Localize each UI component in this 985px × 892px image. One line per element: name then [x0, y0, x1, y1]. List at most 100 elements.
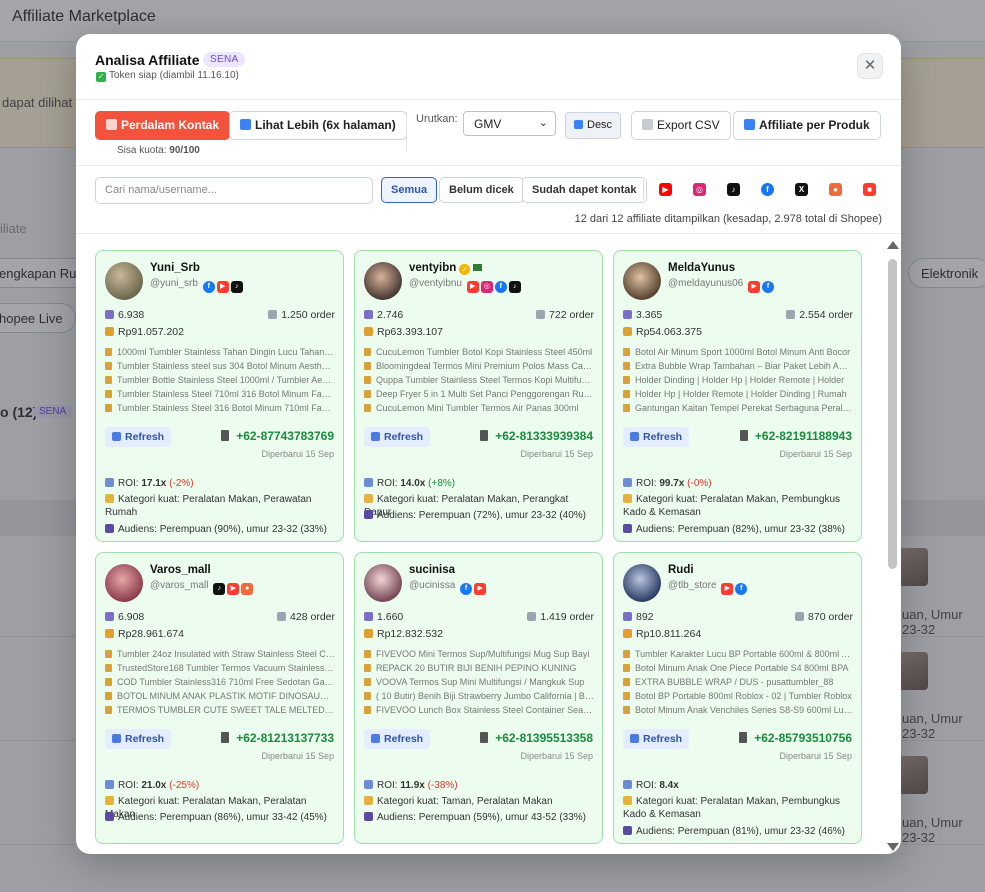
video-icon[interactable]: ■ [863, 183, 876, 196]
phone-text: +62-81333939384 [495, 429, 593, 443]
scrollbar-thumb[interactable] [888, 259, 897, 569]
search-input[interactable]: Cari nama/username... [95, 177, 373, 204]
roi-line: ROI: 11.9x (-38%) [364, 779, 596, 792]
orders-count: 722 order [549, 309, 594, 321]
see-more-button[interactable]: Lihat Lebih (6x halaman) [229, 111, 407, 140]
token-status-text: Token siap (diambil 11.16.10) [109, 70, 239, 81]
phone-icon [480, 430, 489, 441]
audience-value: Perempuan (72%), umur 23-32 (40%) [418, 510, 587, 521]
product-item: Tumbler 24oz Insulated with Straw Stainl… [105, 647, 335, 661]
youtube-icon[interactable]: ▶ [659, 183, 672, 196]
tiktok-icon[interactable]: ♪ [230, 281, 243, 293]
product-item: Extra Bubble Wrap Tambahan – Biar Paket … [623, 359, 853, 373]
scrollbar[interactable] [887, 241, 899, 851]
facebook-icon[interactable]: f [761, 183, 774, 196]
youtube-icon[interactable]: ▶ [216, 281, 229, 293]
trophy-icon [364, 678, 371, 686]
live-icon[interactable]: ● [829, 183, 842, 196]
roi-line: ROI: 21.0x (-25%) [105, 779, 337, 792]
deep-contact-button[interactable]: Perdalam Kontak [95, 111, 231, 140]
refresh-button[interactable]: Refresh [623, 427, 690, 447]
followers-count: 6.908 [118, 611, 145, 623]
refresh-button[interactable]: Refresh [105, 729, 172, 749]
sort-select[interactable]: GMV ⌄ [463, 111, 556, 136]
orders: 870 order [795, 611, 853, 623]
refresh-icon [371, 734, 380, 743]
cart-icon [268, 310, 278, 319]
category-label: Kategori kuat: [377, 494, 439, 505]
product-name: Tumbler Stainless steel sus 304 Botol Mi… [117, 361, 335, 371]
youtube-icon[interactable]: ▶ [466, 281, 479, 293]
gmv-value: Rp91.057.202 [118, 326, 184, 338]
product-name: FIVEVOO Mini Termos Sup/Multifungsi Mug … [376, 649, 590, 659]
refresh-button[interactable]: Refresh [623, 729, 690, 749]
product-name: Botol Air Minum Sport 1000ml Botol Minum… [635, 347, 851, 357]
trophy-icon [364, 650, 371, 658]
roi-line: ROI: 17.1x (-2%) [105, 477, 337, 490]
roi-value: 14.0x [400, 478, 426, 489]
product-item: TERMOS TUMBLER CUTE SWEET TALE MELTED IC… [105, 703, 335, 717]
facebook-icon[interactable]: f [460, 583, 473, 595]
facebook-icon[interactable]: f [761, 281, 774, 293]
phone-number[interactable]: +62-81213137733 [221, 731, 334, 745]
instagram-icon[interactable]: ◎ [693, 183, 706, 196]
refresh-icon [371, 432, 380, 441]
product-name: Tumbler Stainless Steel 316 Botol Minum … [117, 403, 335, 413]
phone-number[interactable]: +62-81395513358 [480, 731, 593, 745]
affiliate-card: ventyibn ✓ @ventyibnu ▶ ◎ f ♪ 2.746 722 order… [354, 250, 603, 542]
affiliate-card: sucinisa @ucinissa f ▶ 1.660 1.419 order R… [354, 552, 603, 844]
youtube-icon[interactable]: ▶ [747, 281, 760, 293]
cart-icon [277, 612, 287, 621]
live-icon[interactable]: ● [241, 583, 254, 595]
affiliate-card: MeldaYunus @meldayunus06 ▶ f 3.365 2.554 o… [613, 250, 862, 542]
phone-number[interactable]: +62-82191188943 [739, 429, 852, 443]
trophy-icon [623, 706, 630, 714]
youtube-icon[interactable]: ▶ [474, 583, 487, 595]
refresh-button[interactable]: Refresh [105, 427, 172, 447]
desc-button[interactable]: Desc [565, 112, 622, 139]
affiliate-per-product-button[interactable]: Affiliate per Produk [733, 111, 881, 140]
scroll-down-icon[interactable] [887, 843, 899, 851]
facebook-icon[interactable]: f [494, 281, 507, 293]
username-text: @tlb_store [668, 580, 717, 591]
phone-number[interactable]: +62-87743783769 [221, 429, 334, 443]
tiktok-icon[interactable]: ♪ [727, 183, 740, 196]
product-item: Tumbler Stainless Steel 710ml 316 Botol … [105, 387, 335, 401]
close-button[interactable]: ✕ [857, 53, 883, 79]
refresh-button[interactable]: Refresh [364, 427, 431, 447]
tag-icon [364, 796, 373, 805]
phone-number[interactable]: +62-85793510756 [739, 731, 852, 745]
facebook-icon[interactable]: f [735, 583, 748, 595]
tiktok-icon[interactable]: ♪ [508, 281, 521, 293]
filter-chip-has-contact[interactable]: Sudah dapet kontak [522, 177, 647, 203]
audience-line: Audiens: Perempuan (90%), umur 23-32 (33… [105, 523, 337, 536]
cart-icon [795, 612, 805, 621]
category-line: Kategori kuat: Peralatan Makan, Pembungk… [623, 795, 855, 821]
export-csv-label: Export CSV [657, 118, 720, 132]
followers-count: 1.660 [377, 611, 404, 623]
followers-icon [623, 310, 632, 319]
filter-chip-all[interactable]: Semua [381, 177, 438, 203]
youtube-icon[interactable]: ▶ [721, 583, 734, 595]
chart-icon [364, 478, 373, 487]
export-csv-button[interactable]: Export CSV [631, 111, 731, 140]
filter-chip-unchecked[interactable]: Belum dicek [439, 177, 524, 203]
trophy-icon [105, 678, 112, 686]
money-bag-icon [623, 327, 632, 336]
trophy-icon [105, 692, 112, 700]
refresh-button[interactable]: Refresh [364, 729, 431, 749]
x-icon[interactable]: X [795, 183, 808, 196]
scroll-up-icon[interactable] [887, 241, 899, 249]
product-name: REPACK 20 BUTIR BIJI BENIH PEPINO KUNING [376, 663, 577, 673]
phone-number[interactable]: +62-81333939384 [480, 429, 593, 443]
facebook-icon[interactable]: f [202, 281, 215, 293]
product-list: Botol Air Minum Sport 1000ml Botol Minum… [623, 345, 853, 415]
sort-label: Urutkan: [416, 113, 458, 125]
product-name: Extra Bubble Wrap Tambahan – Biar Paket … [635, 361, 853, 371]
phone-text: +62-87743783769 [236, 429, 334, 443]
trophy-icon [105, 664, 112, 672]
trophy-icon [364, 692, 371, 700]
instagram-icon[interactable]: ◎ [480, 281, 493, 293]
youtube-icon[interactable]: ▶ [227, 583, 240, 595]
tiktok-icon[interactable]: ♪ [213, 583, 226, 595]
